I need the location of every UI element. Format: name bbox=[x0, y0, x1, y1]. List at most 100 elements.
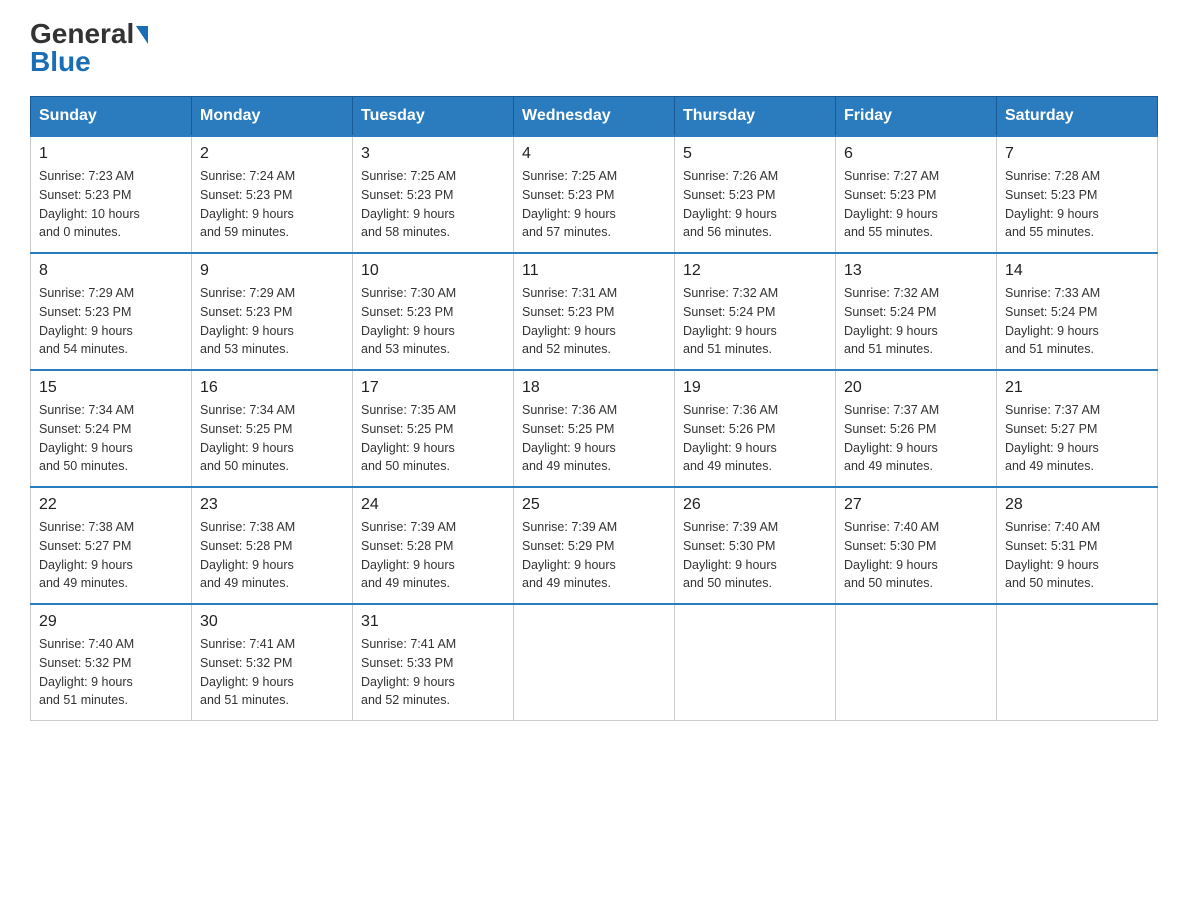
calendar-cell bbox=[675, 604, 836, 721]
day-number: 16 bbox=[200, 379, 344, 397]
calendar-cell: 9 Sunrise: 7:29 AM Sunset: 5:23 PM Dayli… bbox=[192, 253, 353, 370]
day-number: 26 bbox=[683, 496, 827, 514]
day-number: 7 bbox=[1005, 145, 1149, 163]
week-row-4: 22 Sunrise: 7:38 AM Sunset: 5:27 PM Dayl… bbox=[31, 487, 1158, 604]
day-number: 30 bbox=[200, 613, 344, 631]
day-number: 31 bbox=[361, 613, 505, 631]
calendar-cell: 23 Sunrise: 7:38 AM Sunset: 5:28 PM Dayl… bbox=[192, 487, 353, 604]
day-number: 13 bbox=[844, 262, 988, 280]
calendar-cell bbox=[836, 604, 997, 721]
weekday-header-saturday: Saturday bbox=[997, 97, 1158, 137]
calendar-cell bbox=[997, 604, 1158, 721]
calendar-cell: 7 Sunrise: 7:28 AM Sunset: 5:23 PM Dayli… bbox=[997, 136, 1158, 253]
logo-blue-text: Blue bbox=[30, 48, 91, 76]
day-number: 14 bbox=[1005, 262, 1149, 280]
calendar-cell: 22 Sunrise: 7:38 AM Sunset: 5:27 PM Dayl… bbox=[31, 487, 192, 604]
day-info: Sunrise: 7:41 AM Sunset: 5:33 PM Dayligh… bbox=[361, 635, 505, 710]
calendar-cell: 20 Sunrise: 7:37 AM Sunset: 5:26 PM Dayl… bbox=[836, 370, 997, 487]
calendar-cell: 24 Sunrise: 7:39 AM Sunset: 5:28 PM Dayl… bbox=[353, 487, 514, 604]
calendar-cell: 11 Sunrise: 7:31 AM Sunset: 5:23 PM Dayl… bbox=[514, 253, 675, 370]
day-number: 12 bbox=[683, 262, 827, 280]
calendar-cell: 30 Sunrise: 7:41 AM Sunset: 5:32 PM Dayl… bbox=[192, 604, 353, 721]
calendar-cell: 21 Sunrise: 7:37 AM Sunset: 5:27 PM Dayl… bbox=[997, 370, 1158, 487]
day-info: Sunrise: 7:35 AM Sunset: 5:25 PM Dayligh… bbox=[361, 401, 505, 476]
logo: General Blue bbox=[30, 20, 148, 76]
day-info: Sunrise: 7:31 AM Sunset: 5:23 PM Dayligh… bbox=[522, 284, 666, 359]
day-number: 24 bbox=[361, 496, 505, 514]
day-number: 17 bbox=[361, 379, 505, 397]
day-info: Sunrise: 7:34 AM Sunset: 5:24 PM Dayligh… bbox=[39, 401, 183, 476]
calendar-cell: 26 Sunrise: 7:39 AM Sunset: 5:30 PM Dayl… bbox=[675, 487, 836, 604]
day-info: Sunrise: 7:34 AM Sunset: 5:25 PM Dayligh… bbox=[200, 401, 344, 476]
week-row-3: 15 Sunrise: 7:34 AM Sunset: 5:24 PM Dayl… bbox=[31, 370, 1158, 487]
day-number: 11 bbox=[522, 262, 666, 280]
weekday-header-row: SundayMondayTuesdayWednesdayThursdayFrid… bbox=[31, 97, 1158, 137]
day-number: 19 bbox=[683, 379, 827, 397]
calendar-cell: 31 Sunrise: 7:41 AM Sunset: 5:33 PM Dayl… bbox=[353, 604, 514, 721]
day-info: Sunrise: 7:37 AM Sunset: 5:26 PM Dayligh… bbox=[844, 401, 988, 476]
calendar-cell: 14 Sunrise: 7:33 AM Sunset: 5:24 PM Dayl… bbox=[997, 253, 1158, 370]
day-info: Sunrise: 7:40 AM Sunset: 5:30 PM Dayligh… bbox=[844, 518, 988, 593]
day-number: 5 bbox=[683, 145, 827, 163]
calendar-cell: 10 Sunrise: 7:30 AM Sunset: 5:23 PM Dayl… bbox=[353, 253, 514, 370]
calendar-cell: 5 Sunrise: 7:26 AM Sunset: 5:23 PM Dayli… bbox=[675, 136, 836, 253]
day-number: 23 bbox=[200, 496, 344, 514]
day-info: Sunrise: 7:24 AM Sunset: 5:23 PM Dayligh… bbox=[200, 167, 344, 242]
day-info: Sunrise: 7:26 AM Sunset: 5:23 PM Dayligh… bbox=[683, 167, 827, 242]
calendar-cell: 8 Sunrise: 7:29 AM Sunset: 5:23 PM Dayli… bbox=[31, 253, 192, 370]
day-number: 10 bbox=[361, 262, 505, 280]
day-number: 6 bbox=[844, 145, 988, 163]
day-info: Sunrise: 7:40 AM Sunset: 5:31 PM Dayligh… bbox=[1005, 518, 1149, 593]
day-number: 27 bbox=[844, 496, 988, 514]
day-info: Sunrise: 7:36 AM Sunset: 5:25 PM Dayligh… bbox=[522, 401, 666, 476]
day-number: 2 bbox=[200, 145, 344, 163]
calendar-cell bbox=[514, 604, 675, 721]
day-info: Sunrise: 7:29 AM Sunset: 5:23 PM Dayligh… bbox=[39, 284, 183, 359]
day-info: Sunrise: 7:28 AM Sunset: 5:23 PM Dayligh… bbox=[1005, 167, 1149, 242]
day-number: 20 bbox=[844, 379, 988, 397]
calendar-cell: 16 Sunrise: 7:34 AM Sunset: 5:25 PM Dayl… bbox=[192, 370, 353, 487]
day-info: Sunrise: 7:32 AM Sunset: 5:24 PM Dayligh… bbox=[683, 284, 827, 359]
calendar-cell: 4 Sunrise: 7:25 AM Sunset: 5:23 PM Dayli… bbox=[514, 136, 675, 253]
day-number: 1 bbox=[39, 145, 183, 163]
calendar-cell: 17 Sunrise: 7:35 AM Sunset: 5:25 PM Dayl… bbox=[353, 370, 514, 487]
day-info: Sunrise: 7:39 AM Sunset: 5:28 PM Dayligh… bbox=[361, 518, 505, 593]
day-number: 4 bbox=[522, 145, 666, 163]
calendar-cell: 3 Sunrise: 7:25 AM Sunset: 5:23 PM Dayli… bbox=[353, 136, 514, 253]
day-info: Sunrise: 7:39 AM Sunset: 5:30 PM Dayligh… bbox=[683, 518, 827, 593]
day-number: 18 bbox=[522, 379, 666, 397]
calendar-cell: 29 Sunrise: 7:40 AM Sunset: 5:32 PM Dayl… bbox=[31, 604, 192, 721]
page-header: General Blue bbox=[30, 20, 1158, 76]
calendar-cell: 25 Sunrise: 7:39 AM Sunset: 5:29 PM Dayl… bbox=[514, 487, 675, 604]
calendar-cell: 13 Sunrise: 7:32 AM Sunset: 5:24 PM Dayl… bbox=[836, 253, 997, 370]
week-row-2: 8 Sunrise: 7:29 AM Sunset: 5:23 PM Dayli… bbox=[31, 253, 1158, 370]
day-info: Sunrise: 7:40 AM Sunset: 5:32 PM Dayligh… bbox=[39, 635, 183, 710]
day-number: 15 bbox=[39, 379, 183, 397]
day-info: Sunrise: 7:27 AM Sunset: 5:23 PM Dayligh… bbox=[844, 167, 988, 242]
day-info: Sunrise: 7:36 AM Sunset: 5:26 PM Dayligh… bbox=[683, 401, 827, 476]
weekday-header-friday: Friday bbox=[836, 97, 997, 137]
calendar-cell: 27 Sunrise: 7:40 AM Sunset: 5:30 PM Dayl… bbox=[836, 487, 997, 604]
day-number: 25 bbox=[522, 496, 666, 514]
calendar-cell: 1 Sunrise: 7:23 AM Sunset: 5:23 PM Dayli… bbox=[31, 136, 192, 253]
logo-arrow-icon bbox=[136, 26, 148, 44]
day-info: Sunrise: 7:25 AM Sunset: 5:23 PM Dayligh… bbox=[361, 167, 505, 242]
calendar-cell: 12 Sunrise: 7:32 AM Sunset: 5:24 PM Dayl… bbox=[675, 253, 836, 370]
weekday-header-thursday: Thursday bbox=[675, 97, 836, 137]
day-info: Sunrise: 7:32 AM Sunset: 5:24 PM Dayligh… bbox=[844, 284, 988, 359]
calendar-cell: 6 Sunrise: 7:27 AM Sunset: 5:23 PM Dayli… bbox=[836, 136, 997, 253]
weekday-header-wednesday: Wednesday bbox=[514, 97, 675, 137]
day-info: Sunrise: 7:37 AM Sunset: 5:27 PM Dayligh… bbox=[1005, 401, 1149, 476]
day-number: 22 bbox=[39, 496, 183, 514]
calendar-cell: 19 Sunrise: 7:36 AM Sunset: 5:26 PM Dayl… bbox=[675, 370, 836, 487]
calendar-table: SundayMondayTuesdayWednesdayThursdayFrid… bbox=[30, 96, 1158, 721]
day-info: Sunrise: 7:41 AM Sunset: 5:32 PM Dayligh… bbox=[200, 635, 344, 710]
weekday-header-monday: Monday bbox=[192, 97, 353, 137]
day-info: Sunrise: 7:30 AM Sunset: 5:23 PM Dayligh… bbox=[361, 284, 505, 359]
weekday-header-sunday: Sunday bbox=[31, 97, 192, 137]
calendar-cell: 15 Sunrise: 7:34 AM Sunset: 5:24 PM Dayl… bbox=[31, 370, 192, 487]
day-info: Sunrise: 7:38 AM Sunset: 5:27 PM Dayligh… bbox=[39, 518, 183, 593]
day-info: Sunrise: 7:25 AM Sunset: 5:23 PM Dayligh… bbox=[522, 167, 666, 242]
week-row-5: 29 Sunrise: 7:40 AM Sunset: 5:32 PM Dayl… bbox=[31, 604, 1158, 721]
calendar-cell: 2 Sunrise: 7:24 AM Sunset: 5:23 PM Dayli… bbox=[192, 136, 353, 253]
